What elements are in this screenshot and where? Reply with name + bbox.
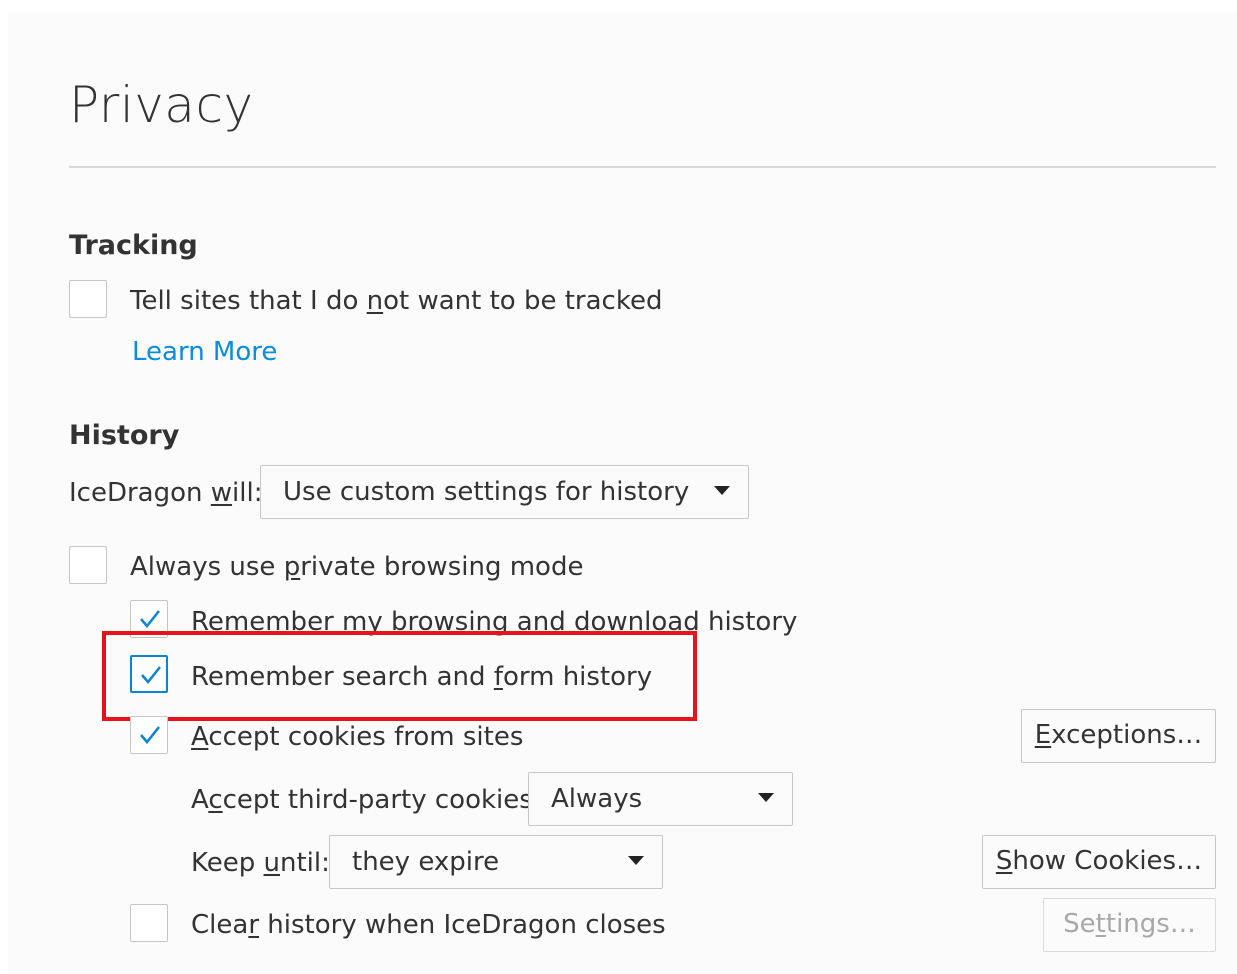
button-text: how Cookies… [1012,846,1203,876]
access-key: u [263,848,280,878]
keep-until-dropdown[interactable]: they expire [329,835,663,889]
label-text: ill: [232,478,263,508]
clear-settings-button[interactable]: Settings… [1043,898,1216,952]
chevron-down-icon [628,856,644,865]
label-text: cept third-party cookies: [222,785,542,815]
access-key: A [191,722,209,752]
keep-until-value: they expire [352,847,500,877]
access-key: n [366,286,384,316]
history-mode-label: IceDragon will: [69,477,262,509]
accept-cookies-checkbox[interactable] [130,716,168,754]
label-text: Always use [130,552,284,582]
label-text: Tell sites that I do [130,286,367,316]
label-text: Clea [191,910,249,940]
history-mode-dropdown[interactable]: Use custom settings for history [260,465,749,519]
do-not-track-label[interactable]: Tell sites that I do not want to be trac… [130,285,662,317]
checkmark-icon [140,610,160,628]
accept-cookies-label[interactable]: Accept cookies from sites [191,721,523,753]
private-browsing-checkbox[interactable] [69,546,107,584]
access-key: p [283,552,301,582]
third-party-label: Accept third-party cookies: [191,784,542,816]
label-text: IceDragon [69,478,211,508]
keep-until-label: Keep until: [191,847,330,879]
button-text: tings… [1105,909,1196,939]
access-key: r [248,910,260,940]
history-mode-value: Use custom settings for history [283,477,690,507]
button-text: Se [1063,909,1096,939]
access-key: E [1034,720,1052,750]
label-text: ot want to be tracked [383,286,663,316]
do-not-track-checkbox[interactable] [69,280,107,318]
access-key: c [208,785,223,815]
clear-history-checkbox[interactable] [130,904,168,942]
chevron-down-icon [758,793,774,802]
label-text: history when IceDragon closes [259,910,666,940]
tracking-heading: Tracking [69,230,198,261]
label-text: Keep [191,848,264,878]
label-text: ntil: [280,848,330,878]
clear-history-label[interactable]: Clear history when IceDragon closes [191,909,666,941]
access-key: S [995,846,1013,876]
learn-more-link[interactable]: Learn More [132,337,277,367]
highlight-box [102,631,697,721]
preferences-panel: Privacy Tracking Tell sites that I do no… [8,12,1237,974]
private-browsing-label[interactable]: Always use private browsing mode [130,551,583,583]
checkmark-icon [140,726,160,744]
third-party-value: Always [551,784,643,814]
label-text: A [191,785,209,815]
history-heading: History [69,420,180,451]
title-divider [69,166,1216,168]
chevron-down-icon [714,486,730,495]
label-text: rivate browsing mode [300,552,584,582]
label-text: ccept cookies from sites [208,722,524,752]
button-text: xceptions… [1051,720,1203,750]
show-cookies-button[interactable]: Show Cookies… [982,835,1216,889]
third-party-dropdown[interactable]: Always [528,772,793,826]
exceptions-button[interactable]: Exceptions… [1021,709,1216,763]
access-key: w [210,478,233,508]
access-key: t [1095,909,1106,939]
page-title: Privacy [69,76,254,134]
